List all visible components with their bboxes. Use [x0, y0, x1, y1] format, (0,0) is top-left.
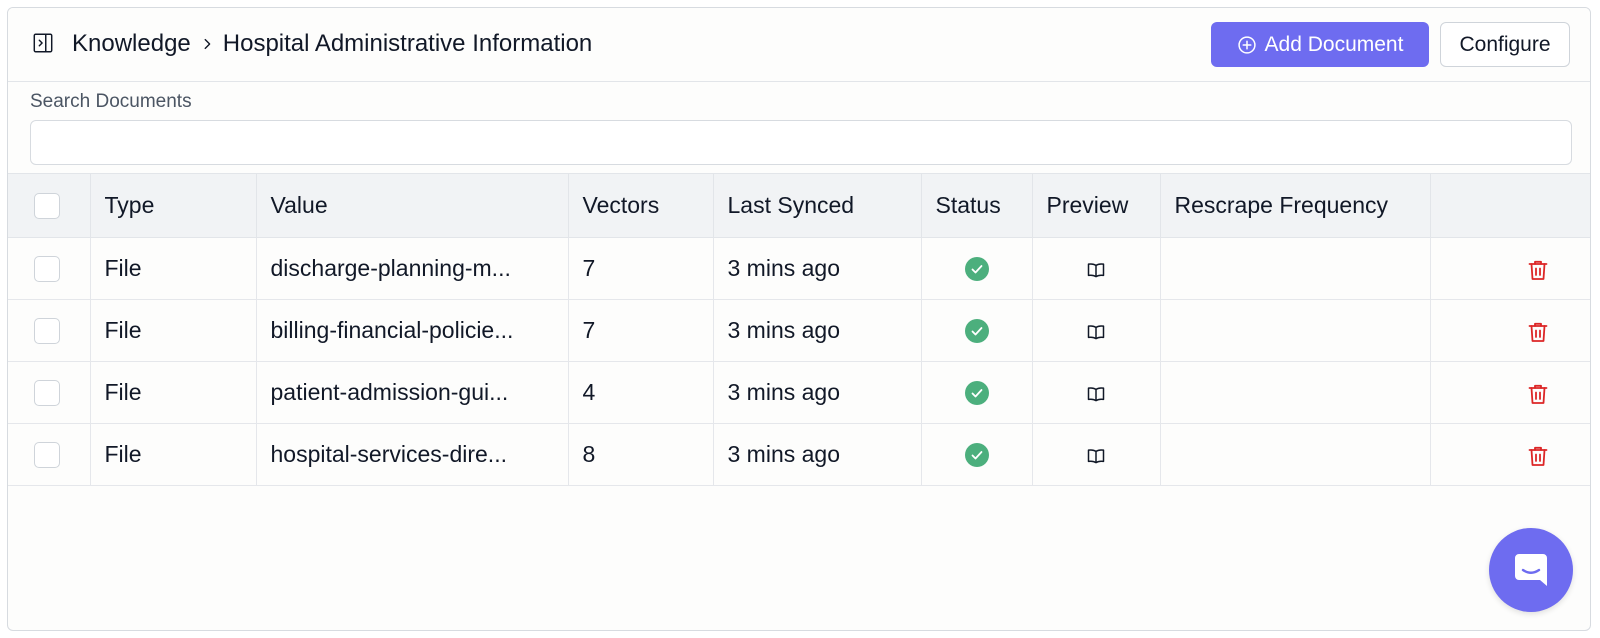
column-header-vectors[interactable]: Vectors: [567, 173, 714, 238]
cell-actions: [1429, 361, 1590, 424]
search-input[interactable]: [30, 120, 1572, 165]
cell-vectors: 7: [567, 237, 714, 300]
cell-rescrape-frequency: [1159, 237, 1431, 300]
breadcrumb-knowledge[interactable]: Knowledge: [72, 30, 191, 58]
breadcrumb: Knowledge Hospital Administrative Inform…: [72, 29, 592, 59]
cell-rescrape-frequency: [1159, 423, 1431, 486]
cell-last-synced: 3 mins ago: [712, 299, 922, 362]
table-row: File billing-financial-policie... 7 3 mi…: [8, 299, 1590, 362]
cell-preview: [1031, 237, 1161, 300]
trash-icon[interactable]: [1526, 258, 1550, 282]
book-open-icon[interactable]: [1086, 260, 1106, 280]
sidebar-toggle-icon[interactable]: [32, 32, 54, 54]
check-circle-icon: [964, 442, 990, 468]
cell-last-synced: 3 mins ago: [712, 361, 922, 424]
cell-actions: [1429, 423, 1590, 486]
cell-status: [920, 423, 1033, 486]
row-checkbox[interactable]: [34, 379, 60, 406]
cell-preview: [1031, 423, 1161, 486]
table-row: File hospital-services-dire... 8 3 mins …: [8, 423, 1590, 486]
chat-bubble-icon: [1511, 550, 1551, 590]
cell-actions: [1429, 237, 1590, 300]
check-circle-icon: [964, 318, 990, 344]
trash-icon[interactable]: [1526, 382, 1550, 406]
column-header-actions: [1429, 173, 1590, 238]
row-select-cell: [8, 237, 91, 300]
cell-type: File: [89, 361, 257, 424]
book-open-icon[interactable]: [1086, 322, 1106, 342]
configure-button[interactable]: Configure: [1440, 22, 1570, 67]
cell-type: File: [89, 423, 257, 486]
cell-type: File: [89, 299, 257, 362]
plus-circle-icon: [1237, 35, 1257, 55]
search-label: Search Documents: [30, 91, 192, 112]
chevron-right-icon: [191, 37, 223, 51]
cell-vectors: 8: [567, 423, 714, 486]
knowledge-page: Knowledge Hospital Administrative Inform…: [7, 7, 1591, 631]
cell-preview: [1031, 299, 1161, 362]
column-header-status[interactable]: Status: [920, 173, 1033, 238]
cell-vectors: 7: [567, 299, 714, 362]
check-circle-icon: [964, 380, 990, 406]
book-open-icon[interactable]: [1086, 446, 1106, 466]
table-row: File patient-admission-gui... 4 3 mins a…: [8, 361, 1590, 424]
table-row: File discharge-planning-m... 7 3 mins ag…: [8, 237, 1590, 300]
cell-rescrape-frequency: [1159, 361, 1431, 424]
trash-icon[interactable]: [1526, 444, 1550, 468]
column-header-preview[interactable]: Preview: [1031, 173, 1161, 238]
chat-launcher-button[interactable]: [1489, 528, 1573, 612]
cell-preview: [1031, 361, 1161, 424]
select-all-cell: [8, 173, 91, 238]
cell-last-synced: 3 mins ago: [712, 237, 922, 300]
column-header-type[interactable]: Type: [89, 173, 257, 238]
book-open-icon[interactable]: [1086, 384, 1106, 404]
cell-type: File: [89, 237, 257, 300]
row-checkbox[interactable]: [34, 441, 60, 468]
cell-value: discharge-planning-m...: [255, 237, 569, 300]
cell-vectors: 4: [567, 361, 714, 424]
row-select-cell: [8, 361, 91, 424]
row-select-cell: [8, 299, 91, 362]
cell-status: [920, 361, 1033, 424]
add-document-button[interactable]: Add Document: [1211, 22, 1429, 67]
cell-actions: [1429, 299, 1590, 362]
add-document-label: Add Document: [1264, 32, 1404, 56]
page-header: Knowledge Hospital Administrative Inform…: [8, 8, 1590, 82]
row-select-cell: [8, 423, 91, 486]
cell-value: billing-financial-policie...: [255, 299, 569, 362]
cell-status: [920, 237, 1033, 300]
check-circle-icon: [964, 256, 990, 282]
cell-rescrape-frequency: [1159, 299, 1431, 362]
cell-value: patient-admission-gui...: [255, 361, 569, 424]
cell-last-synced: 3 mins ago: [712, 423, 922, 486]
breadcrumb-current: Hospital Administrative Information: [222, 30, 593, 57]
cell-status: [920, 299, 1033, 362]
cell-value: hospital-services-dire...: [255, 423, 569, 486]
documents-table: Type Value Vectors Last Synced Status Pr…: [8, 173, 1590, 486]
column-header-rescrape-frequency[interactable]: Rescrape Frequency: [1159, 173, 1431, 238]
column-header-value[interactable]: Value: [255, 173, 569, 238]
trash-icon[interactable]: [1526, 320, 1550, 344]
row-checkbox[interactable]: [34, 255, 60, 282]
table-header-row: Type Value Vectors Last Synced Status Pr…: [8, 173, 1590, 238]
column-header-last-synced[interactable]: Last Synced: [712, 173, 922, 238]
select-all-checkbox[interactable]: [34, 192, 60, 219]
row-checkbox[interactable]: [34, 317, 60, 344]
